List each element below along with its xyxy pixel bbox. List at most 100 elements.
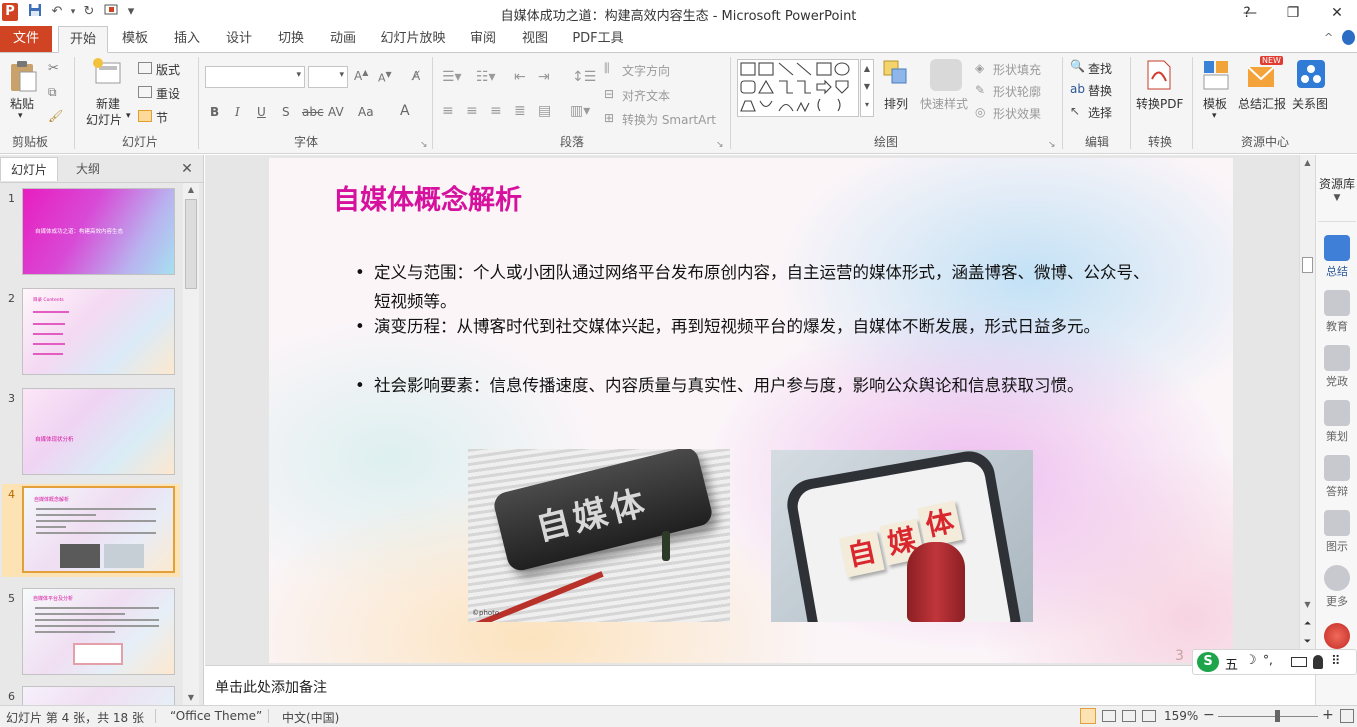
tab-outline-pane[interactable]: 大纲 [60, 157, 116, 181]
resource-more[interactable]: 更多 [1316, 565, 1357, 609]
new-slide-icon[interactable] [92, 57, 124, 90]
paste-button[interactable] [8, 59, 38, 96]
increase-indent-icon[interactable]: ⇥ [538, 69, 550, 85]
scroll-down-icon[interactable]: ▼ [183, 691, 199, 705]
section-icon[interactable] [138, 110, 152, 122]
slide-canvas[interactable]: 自媒体概念解析 • 定义与范围：个人或小团队通过网络平台发布原创内容，自主运营的媒… [269, 158, 1233, 663]
zoom-level[interactable]: 159% [1164, 709, 1198, 723]
notes-placeholder[interactable]: 单击此处添加备注 [215, 677, 327, 697]
scroll-down-icon[interactable]: ▼ [1300, 597, 1315, 612]
scroll-thumb[interactable] [185, 199, 197, 289]
justify-icon[interactable]: ≣ [514, 103, 526, 119]
tab-templates[interactable]: 模板 [114, 26, 156, 52]
change-case-button[interactable]: Aa [358, 105, 374, 119]
new-slide-dropdown-icon[interactable]: ▾ [126, 111, 131, 121]
zoom-in-icon[interactable]: + [1322, 707, 1334, 723]
relation-icon[interactable] [1296, 59, 1326, 92]
shadow-button[interactable]: S [282, 105, 290, 119]
punctuation-icon[interactable]: °, [1263, 653, 1273, 667]
resource-diagrams[interactable]: 图示 [1316, 510, 1357, 554]
reset-icon[interactable] [138, 86, 152, 98]
slide-thumbnail-4[interactable]: 自媒体概念解析 [22, 486, 175, 573]
grid-menu-icon[interactable]: ⠿ [1331, 654, 1341, 669]
shapes-gallery-scroll[interactable]: ▲ ▼ ▾ [860, 59, 874, 117]
convert-pdf-button[interactable]: 转换PDF [1136, 95, 1183, 112]
tab-slideshow[interactable]: 幻灯片放映 [376, 26, 450, 52]
chevron-down-icon[interactable]: ▼ [1316, 193, 1357, 203]
align-right-icon[interactable]: ≡ [490, 103, 502, 119]
char-spacing-button[interactable]: AV [328, 105, 344, 119]
zoom-out-icon[interactable]: − [1203, 707, 1215, 723]
resource-library-header[interactable]: 资源库 [1316, 175, 1357, 192]
slideshow-view-icon[interactable] [1142, 710, 1156, 722]
format-painter-icon[interactable]: 🖌 [48, 109, 63, 123]
layout-button[interactable]: 版式 [156, 61, 180, 78]
summary-icon[interactable] [1246, 61, 1278, 92]
decrease-indent-icon[interactable]: ⇤ [514, 69, 526, 85]
dialog-launcher-icon[interactable]: ↘ [420, 140, 428, 150]
gift-icon[interactable] [1324, 623, 1350, 649]
powerpoint-app-icon[interactable]: P [2, 3, 18, 21]
scroll-up-icon[interactable]: ▲ [1300, 155, 1315, 170]
grow-font-icon[interactable]: A▲ [354, 68, 368, 83]
summary-report-button[interactable]: 总结汇报 [1238, 95, 1286, 112]
next-slide-icon[interactable]: ⏷ [1300, 635, 1315, 650]
template-icon[interactable] [1202, 59, 1230, 94]
tab-view[interactable]: 视图 [514, 26, 556, 52]
font-name-select[interactable]: ▾ [205, 66, 305, 88]
shape-outline-button[interactable]: 形状轮廓 [993, 83, 1041, 100]
tab-file[interactable]: 文件 [0, 26, 52, 52]
align-text-button[interactable]: 对齐文本 [622, 87, 670, 104]
scroll-thumb[interactable] [1302, 257, 1313, 273]
language-status[interactable]: 中文(中国) [282, 709, 339, 726]
tab-insert[interactable]: 插入 [166, 26, 208, 52]
italic-button[interactable]: I [235, 105, 240, 119]
slide-vertical-scrollbar[interactable]: ▲ ▼ ⏶ ⏷ [1299, 155, 1315, 665]
template-button[interactable]: 模板 [1203, 95, 1227, 112]
keyboard-icon[interactable] [1291, 657, 1307, 667]
restore-button[interactable]: ❐ [1270, 0, 1316, 26]
columns-icon[interactable]: ▥▾ [570, 103, 590, 119]
start-from-beginning-icon[interactable] [102, 3, 120, 21]
line-spacing-icon[interactable]: ↕☰ [572, 69, 596, 85]
user-icon[interactable] [1313, 655, 1323, 669]
numbering-icon[interactable]: ☷▾ [476, 69, 496, 85]
shape-fill-button[interactable]: 形状填充 [993, 61, 1041, 78]
quick-styles-icon[interactable] [930, 59, 962, 91]
tab-design[interactable]: 设计 [218, 26, 260, 52]
resource-defense[interactable]: 答辩 [1316, 455, 1357, 499]
paste-dropdown-icon[interactable]: ▾ [18, 111, 23, 121]
bold-button[interactable]: B [210, 105, 219, 119]
resource-education[interactable]: 教育 [1316, 290, 1357, 334]
previous-slide-icon[interactable]: ⏶ [1300, 617, 1315, 632]
resource-party-government[interactable]: 党政 [1316, 345, 1357, 389]
normal-view-icon[interactable] [1080, 708, 1096, 724]
dialog-launcher-icon[interactable]: ↘ [716, 140, 724, 150]
underline-button[interactable]: U [257, 105, 266, 119]
redo-icon[interactable]: ↻ [80, 3, 98, 21]
slide-thumbnail-5[interactable]: 自媒体平台及分析 [22, 588, 175, 675]
relation-diagram-button[interactable]: 关系图 [1292, 95, 1328, 112]
notes-pane[interactable]: 单击此处添加备注 [205, 665, 1315, 705]
select-button[interactable]: 选择 [1088, 104, 1112, 121]
replace-button[interactable]: 替换 [1088, 82, 1112, 99]
clear-formatting-icon[interactable]: A̸ [412, 69, 420, 83]
tab-pdf-tools[interactable]: PDF工具 [566, 26, 630, 52]
arrange-button[interactable]: 排列 [884, 95, 908, 112]
quick-styles-button[interactable]: 快速样式 [920, 95, 968, 112]
slide-thumbnail-6[interactable] [22, 686, 175, 706]
scroll-up-icon[interactable]: ▲ [183, 183, 199, 197]
close-pane-icon[interactable]: ✕ [176, 157, 198, 181]
copy-icon[interactable]: ⧉ [48, 85, 57, 100]
tab-home[interactable]: 开始 [58, 26, 108, 53]
save-icon[interactable] [26, 3, 44, 21]
minimize-button[interactable]: — [1227, 0, 1273, 26]
tab-transitions[interactable]: 切换 [270, 26, 312, 52]
moon-icon[interactable]: ☽ [1245, 653, 1257, 668]
fit-to-window-icon[interactable] [1340, 709, 1354, 723]
shapes-gallery[interactable] [737, 59, 859, 117]
slide-title[interactable]: 自媒体概念解析 [333, 178, 522, 217]
template-dropdown-icon[interactable]: ▾ [1212, 111, 1217, 121]
align-left-icon[interactable]: ≡ [442, 103, 454, 119]
layout-icon[interactable] [138, 62, 152, 74]
